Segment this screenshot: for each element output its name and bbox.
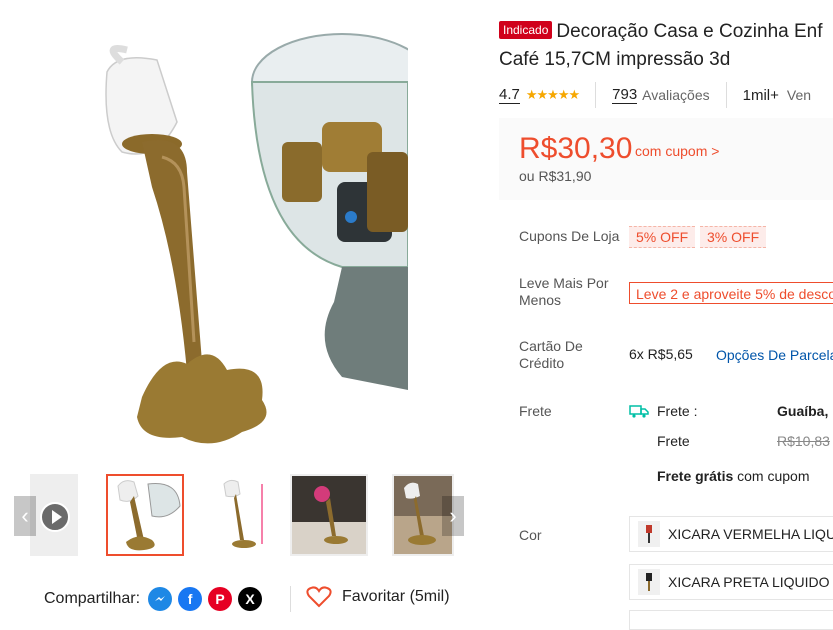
chevron-left-icon: ‹ (21, 503, 29, 528)
main-product-image[interactable] (12, 12, 408, 464)
pinterest-icon[interactable]: P (208, 587, 233, 611)
share-label: Compartilhar: (44, 590, 141, 607)
rating-score[interactable]: 4.7 (499, 86, 520, 104)
bundle-promo[interactable]: Leve 2 e aproveite 5% de descon (629, 282, 833, 304)
alt-price: ou R$31,90 (519, 168, 592, 184)
color-option-black[interactable]: XICARA PRETA LIQUIDO B (629, 564, 833, 600)
thumbnail-video[interactable] (30, 474, 78, 556)
rating-stars: ★★★★★ (525, 87, 580, 102)
favorite-label: Favoritar (5mil) (342, 588, 450, 605)
play-icon[interactable] (40, 502, 70, 532)
bundle-label: Leve Mais Por Menos (519, 275, 609, 308)
coupon-link[interactable]: com cupom > (635, 143, 719, 159)
sold-label: Ven (786, 87, 812, 103)
thumbnail-2[interactable] (208, 474, 286, 556)
installment-options-link[interactable]: Opções De Parcela (716, 347, 833, 363)
thumbnail-1[interactable] (106, 474, 184, 556)
favorite-button[interactable]: Favoritar (5mil) (306, 586, 450, 608)
reviews-count[interactable]: 793 (612, 86, 638, 104)
installments-value: 6x R$5,65 (629, 346, 693, 362)
credit-card-label: Cartão De Crédito (519, 338, 583, 371)
facebook-icon[interactable]: f (178, 587, 203, 611)
product-title: Indicado Decoração Casa e Cozinha Enf Caf… (499, 18, 833, 74)
x-icon[interactable]: X (238, 587, 263, 611)
thumbnail-next-button[interactable]: › (442, 496, 464, 536)
recommended-badge: Indicado (499, 21, 553, 39)
variant-thumbnail (638, 521, 660, 547)
current-price: R$30,30 (519, 132, 633, 165)
color-label: Cor (519, 527, 542, 543)
rating-divider-2 (725, 82, 727, 108)
color-option-label: XICARA PRETA LIQUIDO B (668, 574, 833, 590)
thumbnail-prev-button[interactable]: ‹ (14, 496, 36, 536)
thumbnail-3[interactable] (290, 474, 368, 556)
shipping-label: Frete (519, 403, 552, 419)
share-row: Compartilhar: f P X (44, 586, 263, 612)
free-shipping: Frete grátis com cupom (657, 468, 810, 484)
color-option-more[interactable] (629, 610, 833, 630)
store-coupon-2[interactable]: 3% OFF (700, 226, 767, 248)
free-shipping-bold: Frete grátis (657, 468, 734, 484)
truck-icon (629, 405, 649, 418)
store-coupon-1[interactable]: 5% OFF (629, 226, 696, 248)
shipping-old-fee: R$10,83 (777, 433, 830, 449)
thumbnail-image (292, 476, 366, 554)
color-option-label: XICARA VERMELHA LIQUI (668, 526, 833, 542)
color-option-red[interactable]: XICARA VERMELHA LIQUI (629, 516, 833, 552)
chevron-right-icon: › (449, 503, 457, 528)
rating-divider (595, 82, 597, 108)
heart-icon (306, 586, 332, 608)
thumbnail-strip: ‹ › (12, 472, 472, 560)
share-divider (290, 586, 291, 612)
shipping-destination[interactable]: Guaíba, R (777, 403, 833, 419)
messenger-icon[interactable] (148, 587, 173, 611)
reviews-label: Avaliações (642, 87, 710, 103)
product-photo (105, 33, 408, 444)
title-line-2: Café 15,7CM impressão 3d (499, 49, 731, 70)
variant-thumbnail (638, 569, 660, 595)
shipping-fee-label: Frete (657, 433, 690, 449)
thumbnail-image (210, 476, 284, 554)
free-shipping-rest: com cupom (737, 468, 810, 484)
title-line-1: Decoração Casa e Cozinha Enf (556, 21, 823, 42)
price-box: R$30,30 com cupom > ou R$31,90 (499, 118, 833, 200)
thumbnail-image (108, 476, 182, 554)
store-coupons-label: Cupons De Loja (519, 228, 620, 244)
rating-row: 4.7 ★★★★★ 793 Avaliações 1mil+ Ven (499, 82, 811, 108)
shipping-row-label: Frete : (657, 403, 698, 419)
sold-count: 1mil+ (742, 86, 779, 104)
